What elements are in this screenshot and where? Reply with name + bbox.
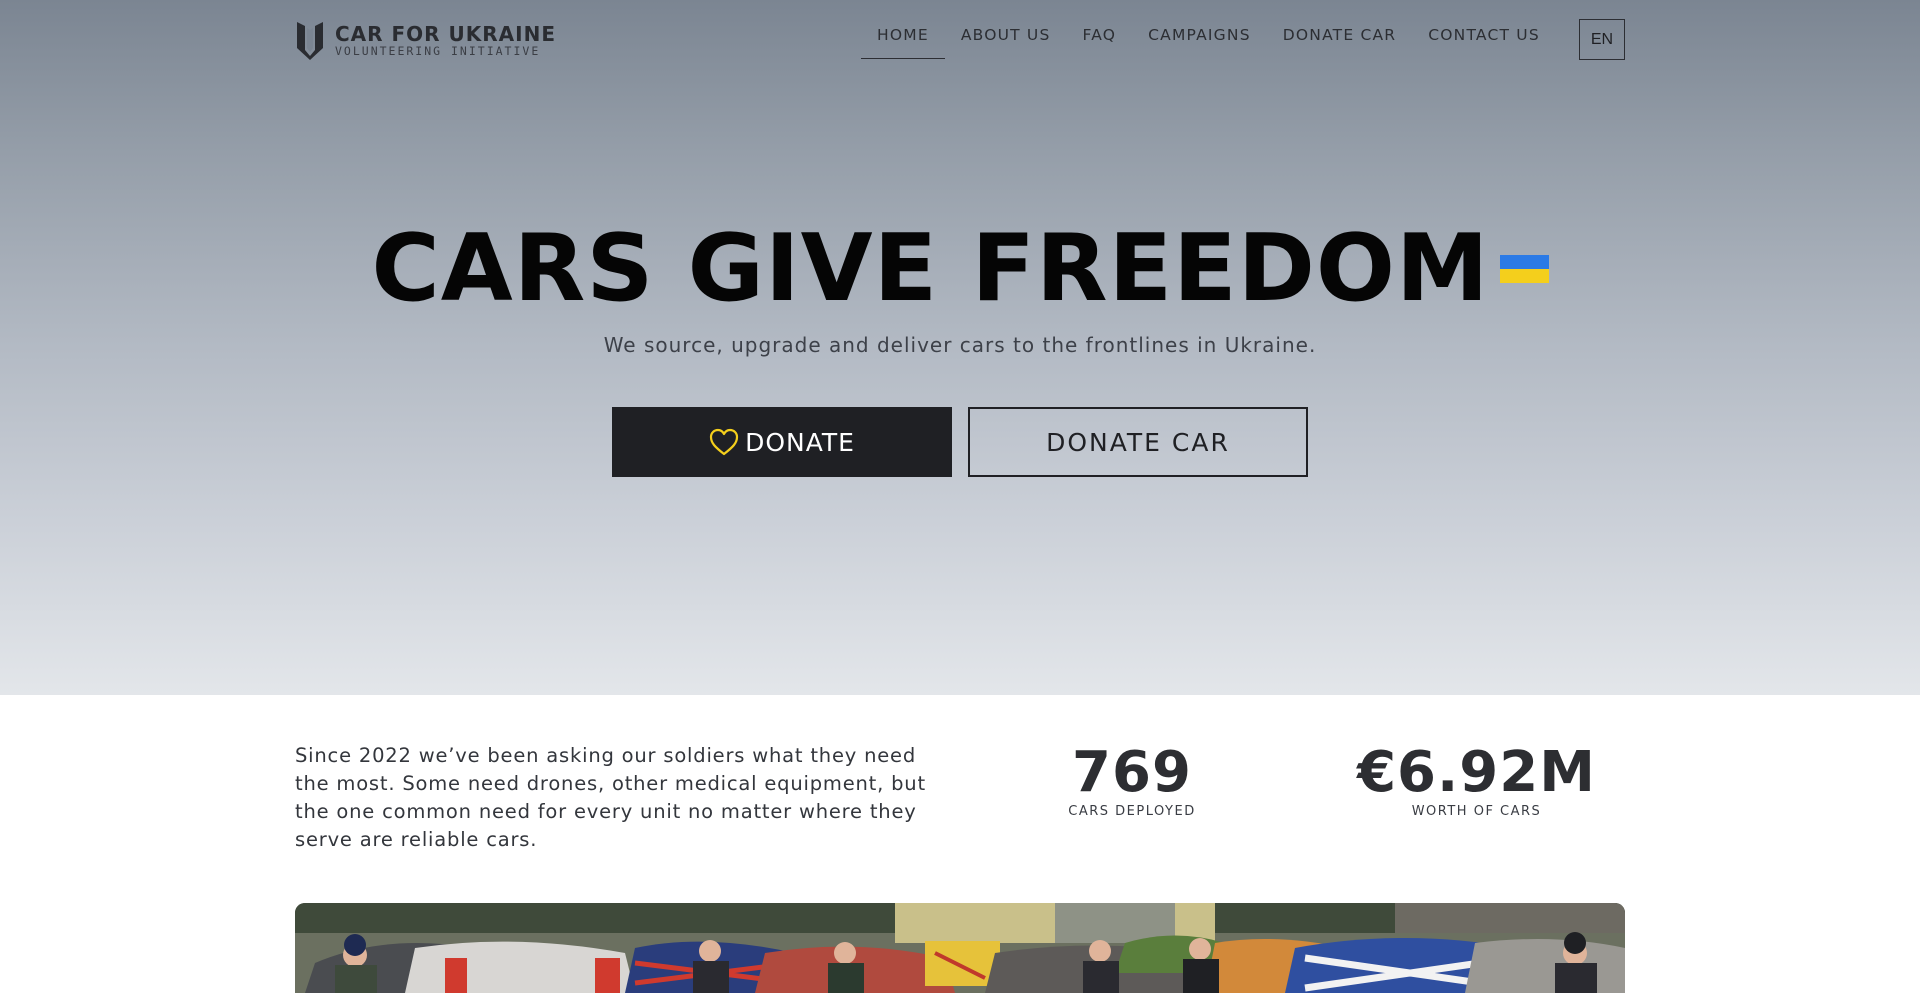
nav-item-about-us[interactable]: ABOUT US bbox=[945, 26, 1067, 59]
stat-label: CARS DEPLOYED bbox=[1068, 804, 1196, 819]
nav-item-faq[interactable]: FAQ bbox=[1067, 26, 1133, 59]
site-logo[interactable]: CAR FOR UKRAINE VOLUNTEERING INITIATIVE bbox=[295, 20, 556, 60]
group-photo-image bbox=[295, 903, 1625, 993]
nav-item-contact-us[interactable]: CONTACT US bbox=[1412, 26, 1556, 59]
nav-item-home[interactable]: HOME bbox=[861, 26, 945, 59]
donate-button-label: DONATE bbox=[745, 427, 855, 457]
stat-value: 769 bbox=[1072, 740, 1192, 805]
hero-subtitle: We source, upgrade and deliver cars to t… bbox=[603, 333, 1317, 357]
hero-title-text: CARS GIVE FREEDOM bbox=[371, 214, 1490, 322]
donate-car-button[interactable]: DONATE CAR bbox=[968, 407, 1308, 477]
logo-text: CAR FOR UKRAINE VOLUNTEERING INITIATIVE bbox=[335, 23, 556, 58]
intro-text: Since 2022 we’ve been asking our soldier… bbox=[295, 744, 926, 851]
stat-worth-of-cars: €6.92M WORTH OF CARS bbox=[1353, 740, 1600, 819]
ukraine-flag-icon bbox=[1499, 254, 1549, 283]
stat-cars-deployed: 769 CARS DEPLOYED bbox=[1058, 740, 1206, 819]
hero-section: CAR FOR UKRAINE VOLUNTEERING INITIATIVE … bbox=[0, 0, 1920, 695]
language-selector[interactable]: EN bbox=[1579, 19, 1625, 60]
heart-icon bbox=[709, 428, 739, 456]
stat-label: WORTH OF CARS bbox=[1411, 804, 1542, 819]
donate-button[interactable]: DONATE bbox=[612, 407, 952, 477]
nav-item-campaigns[interactable]: CAMPAIGNS bbox=[1132, 26, 1267, 59]
hero-title: CARS GIVE FREEDOM bbox=[0, 213, 1920, 323]
logo-title: CAR FOR UKRAINE bbox=[335, 21, 557, 46]
group-photo-illustration bbox=[295, 903, 1625, 993]
nav-item-donate-car[interactable]: DONATE CAR bbox=[1267, 26, 1413, 59]
stat-value: €6.92M bbox=[1357, 740, 1596, 805]
shield-logo-icon bbox=[297, 22, 323, 60]
logo-subtitle: VOLUNTEERING INITIATIVE bbox=[335, 43, 541, 58]
main-nav: HOME ABOUT US FAQ CAMPAIGNS DONATE CAR C… bbox=[861, 26, 1556, 59]
